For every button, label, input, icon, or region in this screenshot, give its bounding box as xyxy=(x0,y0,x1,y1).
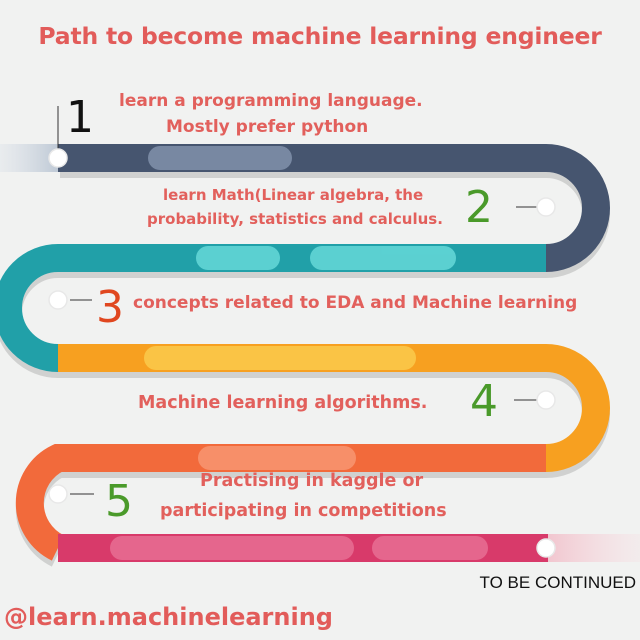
step-node-1 xyxy=(48,148,68,168)
step-3-line-1: concepts related to EDA and Machine lear… xyxy=(133,293,578,313)
step-1-line-2: Mostly prefer python xyxy=(166,117,369,137)
account-handle: @learn.machinelearning xyxy=(4,603,333,631)
step-number-3: 3 xyxy=(96,282,124,333)
step-4-line-1: Machine learning algorithms. xyxy=(138,393,428,413)
step-number-5: 5 xyxy=(105,476,133,527)
step-2-line-1: learn Math(Linear algebra, the xyxy=(163,186,424,204)
step-node-5 xyxy=(48,484,68,504)
step-node-4 xyxy=(536,390,556,410)
end-node xyxy=(536,538,556,558)
step-number-1: 1 xyxy=(66,92,94,143)
to-be-continued-label: TO BE CONTINUED xyxy=(479,573,636,592)
step-node-3 xyxy=(48,290,68,310)
step-1-line-1: learn a programming language. xyxy=(119,91,423,111)
step-2-line-2: probability, statistics and calculus. xyxy=(147,210,443,228)
step-number-2: 2 xyxy=(465,182,493,233)
step-5-line-1: Practising in kaggle or xyxy=(200,471,424,491)
page-title: Path to become machine learning engineer xyxy=(38,22,602,50)
path-end-tail xyxy=(548,534,640,562)
step-node-2 xyxy=(536,197,556,217)
step-number-4: 4 xyxy=(470,376,498,427)
step-5-line-2: participating in competitions xyxy=(160,501,447,521)
